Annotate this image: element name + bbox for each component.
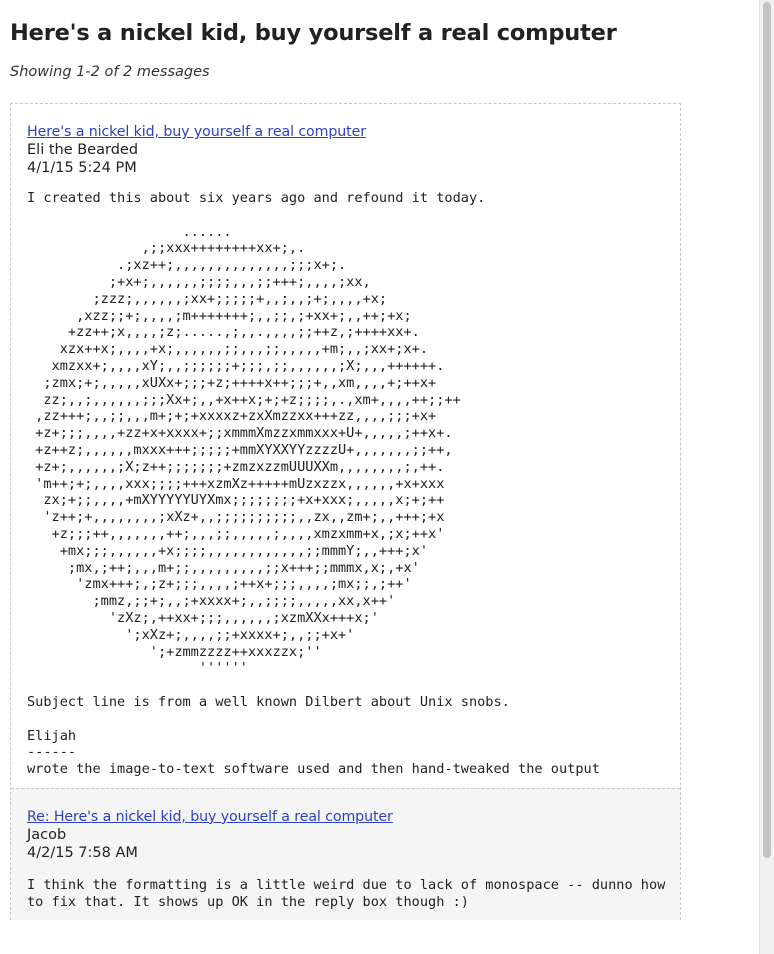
scrollbar-thumb[interactable] xyxy=(763,2,771,858)
message-subject-link[interactable]: Here's a nickel kid, buy yourself a real… xyxy=(27,124,366,140)
message-item: Re: Here's a nickel kid, buy yourself a … xyxy=(11,787,680,921)
message-date: 4/1/15 5:24 PM xyxy=(27,160,137,176)
message-body: I created this about six years ago and r… xyxy=(27,190,600,778)
thread-page: Here's a nickel kid, buy yourself a real… xyxy=(10,0,690,921)
message-subject-link[interactable]: Re: Here's a nickel kid, buy yourself a … xyxy=(27,809,393,825)
message-count: Showing 1-2 of 2 messages xyxy=(10,64,210,80)
message-list: Here's a nickel kid, buy yourself a real… xyxy=(10,103,681,921)
message-author: Jacob xyxy=(27,826,67,843)
message-item: Here's a nickel kid, buy yourself a real… xyxy=(11,104,680,788)
message-date: 4/2/15 7:58 AM xyxy=(27,844,138,861)
message-body: I think the formatting is a little weird… xyxy=(27,876,674,910)
vertical-scrollbar[interactable] xyxy=(759,0,774,954)
message-author: Eli the Bearded xyxy=(27,142,139,158)
thread-title: Here's a nickel kid, buy yourself a real… xyxy=(10,20,617,46)
